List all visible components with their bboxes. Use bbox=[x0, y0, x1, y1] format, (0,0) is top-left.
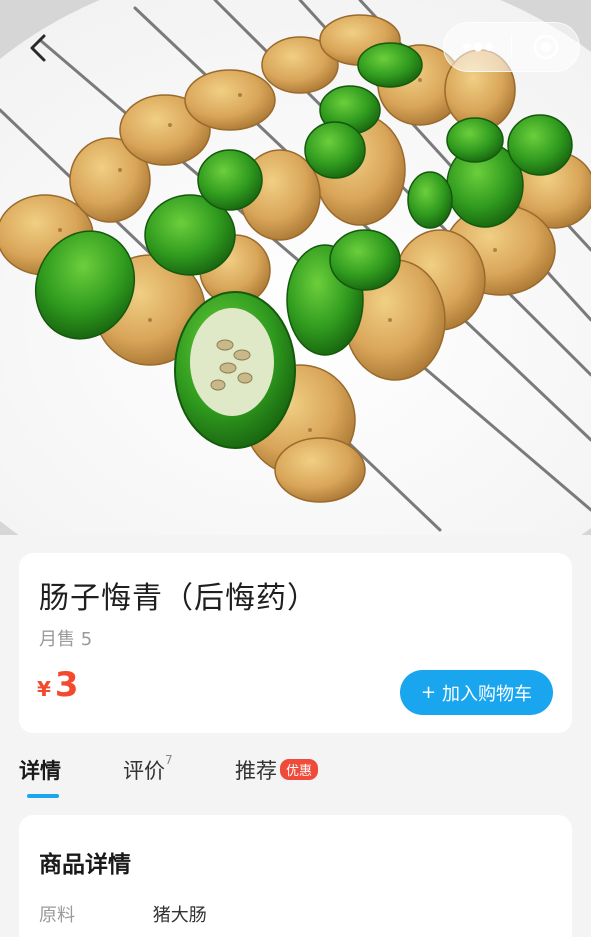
product-details-card: 商品详情 原料 猪大肠 bbox=[19, 815, 572, 937]
active-tab-indicator bbox=[27, 794, 59, 798]
detail-value: 猪大肠 bbox=[152, 905, 207, 926]
add-to-cart-label: 加入购物车 bbox=[442, 683, 533, 705]
product-photo-art bbox=[0, 0, 591, 535]
app-root: 肠子悔青（后悔药） 月售 5 ¥ 3 + 加入购物车 详情 评价7 推荐 优惠 商… bbox=[0, 0, 591, 937]
detail-tabs: 详情 评价7 推荐 优惠 bbox=[19, 753, 559, 805]
mini-program-capsule bbox=[443, 22, 580, 72]
tab-reviews[interactable]: 评价7 bbox=[123, 753, 173, 785]
more-button[interactable] bbox=[444, 23, 511, 71]
detail-row-ingredient: 原料 猪大肠 bbox=[39, 901, 207, 927]
close-target-icon bbox=[533, 34, 558, 60]
discount-badge: 优惠 bbox=[280, 759, 319, 780]
tab-reviews-label: 评价 bbox=[123, 759, 165, 783]
tab-details[interactable]: 详情 bbox=[19, 755, 61, 798]
product-info-card: 肠子悔青（后悔药） 月售 5 ¥ 3 + 加入购物车 bbox=[19, 553, 572, 733]
plus-icon: + bbox=[420, 682, 437, 703]
tab-recommend[interactable]: 推荐 优惠 bbox=[235, 755, 319, 785]
price-currency: ¥ bbox=[37, 677, 51, 701]
details-section-title: 商品详情 bbox=[39, 852, 131, 878]
chevron-left-icon bbox=[30, 34, 46, 62]
detail-key: 原料 bbox=[39, 905, 75, 926]
close-button[interactable] bbox=[512, 23, 579, 71]
add-to-cart-button[interactable]: + 加入购物车 bbox=[400, 670, 553, 715]
product-title: 肠子悔青（后悔药） bbox=[39, 581, 318, 616]
price-amount: 3 bbox=[54, 665, 79, 705]
back-button[interactable] bbox=[18, 26, 58, 70]
more-dots-icon bbox=[462, 42, 493, 52]
review-count: 7 bbox=[165, 753, 173, 767]
monthly-sales: 月售 5 bbox=[39, 629, 93, 650]
product-price: ¥ 3 bbox=[37, 665, 79, 705]
tab-details-label: 详情 bbox=[19, 759, 61, 783]
tab-recommend-label: 推荐 bbox=[235, 759, 277, 783]
product-photo bbox=[0, 0, 591, 535]
